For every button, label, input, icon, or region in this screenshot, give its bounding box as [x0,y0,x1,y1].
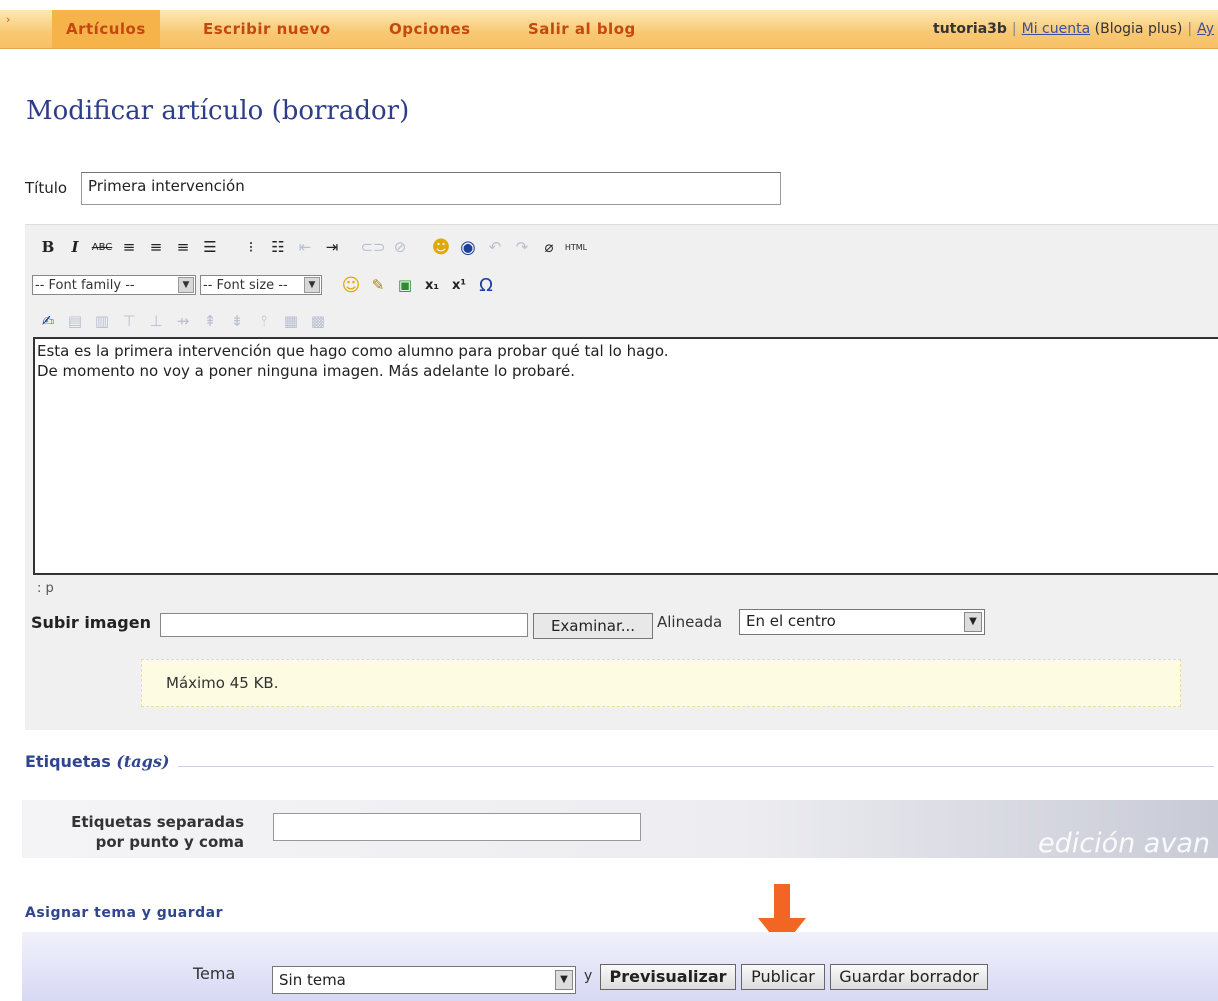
html-icon[interactable]: HTML [565,236,587,258]
align-right-icon[interactable]: ≡ [172,236,194,258]
italic-icon[interactable]: I [64,236,86,258]
unlink-icon[interactable]: ⊘ [389,236,411,258]
nav-edge-fragment: › [6,13,11,26]
font-family-value: -- Font family -- [35,277,135,293]
font-size-value: -- Font size -- [203,277,288,293]
tab-opciones[interactable]: Opciones [389,10,471,48]
toolbar-row-1: B I ABC ≡ ≡ ≡ ☰ ⁝ ☷ ⇤ ⇥ ⊂⊃ ⊘ ☻ ◉ ↶ ↷ ⌀ H… [37,233,592,261]
align-justify-icon[interactable]: ☰ [199,236,221,258]
tags-heading: Etiquetas (tags) [25,752,169,771]
top-nav-bar: › Artículos Escribir nuevo Opciones Sali… [0,10,1218,49]
delete-row-icon[interactable]: ⇸ [172,310,194,332]
eraser-icon[interactable]: ⌀ [538,236,560,258]
strikethrough-icon[interactable]: ABC [91,236,113,258]
plan-label: (Blogia plus) [1094,21,1183,37]
insert-row-after-icon[interactable]: ⊥ [145,310,167,332]
tab-salir-al-blog[interactable]: Salir al blog [528,10,636,48]
page-title: Modificar artículo (borrador) [26,96,410,126]
bold-icon[interactable]: B [37,236,59,258]
table-row-icon[interactable]: ▥ [91,310,113,332]
font-family-select[interactable]: -- Font family -- ▼ [32,275,196,295]
font-size-select[interactable]: -- Font size -- ▼ [200,275,322,295]
my-account-link[interactable]: Mi cuenta [1022,21,1091,37]
outdent-icon[interactable]: ⇤ [294,236,316,258]
table-props-icon[interactable]: ▤ [64,310,86,332]
chevron-down-icon: ▼ [555,970,573,990]
align-select-value: En el centro [746,612,836,630]
toolbar-row-3: ✍ ▤ ▥ ⊤ ⊥ ⇸ ⇞ ⇟ ⫯ ▦ ▩ [37,307,334,335]
watermark-text: edición avan [1038,828,1210,859]
tags-heading-em: (tags) [116,752,170,771]
username: tutoria3b [933,21,1007,37]
save-band: Tema Sin tema ▼ y Previsualizar Publicar… [22,932,1218,1001]
insert-row-before-icon[interactable]: ⊤ [118,310,140,332]
emoticon-icon[interactable]: ☻ [430,236,452,258]
tags-input[interactable] [273,813,641,841]
chevron-down-icon: ▼ [964,612,982,632]
tema-label: Tema [193,964,236,983]
cleanup-icon[interactable]: ◉ [457,236,479,258]
split-cells-icon[interactable]: ▦ [280,310,302,332]
help-link[interactable]: Ay [1197,21,1214,37]
delete-col-icon[interactable]: ⫯ [253,310,275,332]
toolbar-row-2: -- Font family -- ▼ -- Font size -- ▼ ☺ … [32,271,502,299]
section-divider [178,766,1214,767]
title-label: Título [25,179,68,197]
upload-file-input[interactable] [160,613,528,637]
redo-icon[interactable]: ↷ [511,236,533,258]
chevron-down-icon: ▼ [304,277,320,293]
merge-cells-icon[interactable]: ▩ [307,310,329,332]
save-heading: Asignar tema y guardar [25,905,223,921]
tags-label-line-1: Etiquetas separadas [71,813,244,831]
tags-band: Etiquetas separadas por punto y coma edi… [22,800,1218,859]
tags-heading-text: Etiquetas [25,752,111,771]
tags-label-line-2: por punto y coma [95,833,244,851]
user-info: tutoria3b | Mi cuenta (Blogia plus) | Ay [933,21,1214,37]
align-left-icon[interactable]: ≡ [118,236,140,258]
chevron-down-icon: ▼ [178,277,194,293]
align-label: Alineada [657,613,723,631]
superscript-icon[interactable]: x¹ [448,274,470,296]
tab-articulos[interactable]: Artículos [52,10,160,48]
insert-col-after-icon[interactable]: ⇟ [226,310,248,332]
link-icon[interactable]: ⊂⊃ [360,236,385,258]
smiley-icon[interactable]: ☺ [340,274,362,296]
align-center-icon[interactable]: ≡ [145,236,167,258]
upload-label: Subir imagen [31,613,151,632]
insert-image-icon[interactable]: ▣ [394,274,416,296]
subscript-icon[interactable]: x₁ [421,274,443,296]
conjunction-text: y [584,968,593,984]
browse-button[interactable]: Examinar... [533,613,653,639]
spellcheck-icon[interactable]: ✎ [367,274,389,296]
tema-select[interactable]: Sin tema ▼ [272,966,576,994]
insert-col-before-icon[interactable]: ⇞ [199,310,221,332]
save-draft-button[interactable]: Guardar borrador [830,964,988,990]
bullet-list-icon[interactable]: ⁝ [240,236,262,258]
indent-icon[interactable]: ⇥ [321,236,343,258]
upload-size-note: Máximo 45 KB. [141,659,1181,707]
undo-icon[interactable]: ↶ [484,236,506,258]
tab-escribir-nuevo[interactable]: Escribir nuevo [203,10,331,48]
special-char-icon[interactable]: Ω [475,274,497,296]
tema-select-value: Sin tema [279,971,346,989]
align-select[interactable]: En el centro ▼ [739,609,985,635]
editor-line-2: De momento no voy a poner ninguna imagen… [37,362,576,380]
publish-button[interactable]: Publicar [741,964,825,990]
element-path: : p [37,581,54,596]
tags-field-label: Etiquetas separadas por punto y coma [52,812,244,852]
editor-line-1: Esta es la primera intervención que hago… [37,342,669,360]
preview-button[interactable]: Previsualizar [600,964,736,990]
editor-body[interactable]: Esta es la primera intervención que hago… [33,337,1218,575]
edit-table-icon[interactable]: ✍ [37,310,59,332]
editor-panel: B I ABC ≡ ≡ ≡ ☰ ⁝ ☷ ⇤ ⇥ ⊂⊃ ⊘ ☻ ◉ ↶ ↷ ⌀ H… [25,224,1218,730]
numbered-list-icon[interactable]: ☷ [267,236,289,258]
title-input[interactable]: Primera intervención [81,172,781,205]
